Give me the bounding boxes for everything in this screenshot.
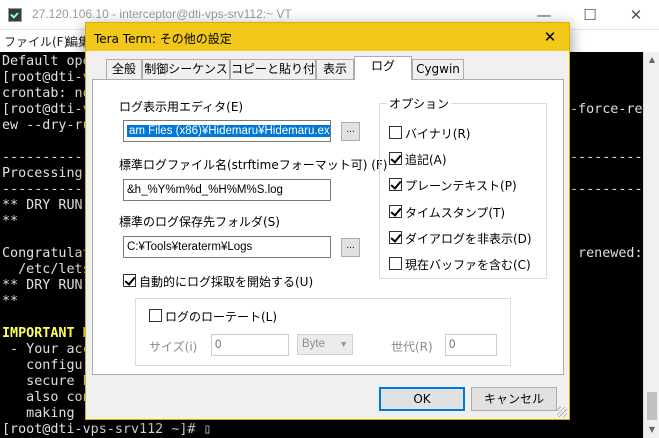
log-filename-input[interactable]: &h_%Y%m%d_%H%M%S.log	[123, 179, 331, 201]
terminal-line-fragment: -force-ren	[570, 102, 651, 117]
autostart-label[interactable]: 自動的にログ採取を開始する(U)	[139, 273, 313, 290]
append-label[interactable]: 追記(A)	[405, 151, 447, 168]
ok-button[interactable]: OK	[379, 387, 465, 411]
tab-control-sequence[interactable]: 制御シーケンス	[142, 59, 230, 80]
include-buffer-checkbox[interactable]	[389, 257, 402, 270]
binary-checkbox[interactable]	[389, 126, 402, 139]
scroll-thumb[interactable]	[647, 392, 657, 420]
size-input[interactable]: 0	[211, 334, 289, 356]
hide-dialog-label[interactable]: ダイアログを非表示(D)	[405, 230, 532, 247]
folder-label: 標準のログ保存先フォルダ(S)	[119, 215, 280, 229]
log-folder-input[interactable]: C:¥Tools¥teraterm¥Logs	[123, 236, 331, 258]
close-window-button[interactable]: ✕	[613, 0, 659, 30]
terminal-line-fragment: renewed:	[570, 246, 643, 261]
timestamp-checkbox[interactable]	[389, 205, 402, 218]
size-unit-value: Byte	[302, 338, 326, 350]
terminal-scrollbar[interactable]: ▲ ▼	[643, 52, 659, 438]
editor-path-input[interactable]: am Files (x86)¥Hidemaru¥Hidemaru.exe	[123, 120, 331, 142]
scroll-down-icon[interactable]: ▼	[644, 422, 659, 438]
terminal-line: crontab: no	[2, 86, 91, 101]
filename-label: 標準ログファイル名(strftimeフォーマット可) (F)	[119, 158, 388, 172]
dialog-title: Tera Term: その他の設定	[94, 32, 232, 46]
tab-log[interactable]: ログ	[354, 56, 412, 80]
timestamp-label[interactable]: タイムスタンプ(T)	[405, 204, 505, 221]
tab-cygwin[interactable]: Cygwin	[412, 59, 464, 80]
tab-general[interactable]: 全般	[106, 59, 142, 80]
cancel-button[interactable]: キャンセル	[471, 387, 557, 411]
terminal-line: **	[2, 214, 19, 229]
autostart-checkbox[interactable]	[123, 274, 136, 287]
generation-label: 世代(R)	[391, 340, 433, 354]
teraterm-app-icon	[8, 8, 22, 22]
terminal-line: Congratulat	[2, 246, 91, 261]
append-checkbox[interactable]	[389, 152, 402, 165]
options-legend: オプション	[387, 95, 452, 112]
scroll-up-icon[interactable]: ▲	[644, 52, 659, 68]
log-settings-panel: ログ表示用エディタ(E) am Files (x86)¥Hidemaru¥Hid…	[92, 79, 564, 375]
editor-path-value: am Files (x86)¥Hidemaru¥Hidemaru.exe	[127, 125, 330, 137]
editor-browse-button[interactable]: ...	[341, 122, 360, 141]
rotate-label[interactable]: ログのローテート(L)	[165, 308, 277, 325]
editor-label: ログ表示用エディタ(E)	[119, 100, 244, 114]
terminal-title: 27.120.106.10 - interceptor@dti-vps-srv1…	[32, 7, 292, 21]
plaintext-checkbox[interactable]	[389, 178, 402, 191]
size-label: サイズ(i)	[149, 340, 198, 354]
generation-input[interactable]: 0	[445, 334, 497, 356]
dialog-titlebar: Tera Term: その他の設定 ✕	[86, 23, 569, 51]
settings-dialog: Tera Term: その他の設定 ✕ 全般 制御シーケンス コピーと貼り付け …	[85, 22, 570, 420]
folder-browse-button[interactable]: ...	[341, 238, 360, 257]
resize-grip-icon[interactable]	[557, 407, 567, 417]
menu-file[interactable]: ファイル(F)	[4, 33, 68, 50]
tab-display[interactable]: 表示	[316, 59, 354, 80]
binary-label[interactable]: バイナリ(R)	[405, 125, 470, 142]
size-unit-select[interactable]: Byte ▼	[297, 334, 353, 355]
maximize-button[interactable]: ☐	[567, 0, 613, 30]
hide-dialog-checkbox[interactable]	[389, 231, 402, 244]
terminal-line: **	[2, 294, 19, 309]
tab-copy-paste[interactable]: コピーと貼り付け	[230, 59, 327, 80]
include-buffer-label[interactable]: 現在バッファを含む(C)	[405, 256, 531, 273]
terminal-line: [root@dti-vps-srv112 ~]# ▯	[2, 422, 212, 437]
dialog-close-icon[interactable]: ✕	[532, 23, 568, 51]
plaintext-label[interactable]: プレーンテキスト(P)	[405, 177, 517, 194]
rotate-checkbox[interactable]	[149, 309, 162, 322]
chevron-down-icon: ▼	[339, 339, 348, 349]
